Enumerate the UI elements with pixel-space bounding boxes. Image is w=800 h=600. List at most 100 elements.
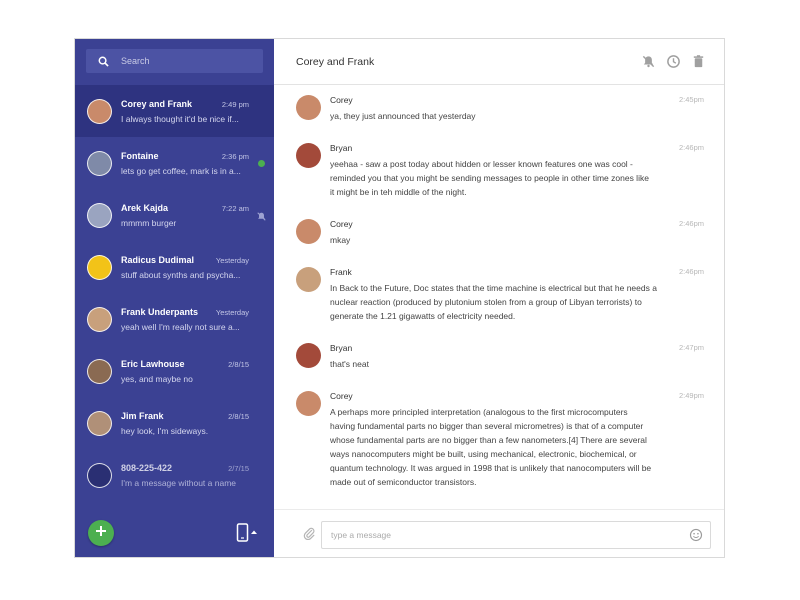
clock-icon[interactable]	[666, 54, 681, 69]
avatar	[87, 202, 112, 228]
message-item: Bryan 2:47pm that's neat	[296, 334, 704, 382]
conversation-top-row: 808-225-422 2/7/15	[121, 463, 249, 473]
search-container: Search	[75, 39, 274, 85]
message-line: A perhaps more principled interpretation…	[330, 407, 628, 417]
avatar	[296, 219, 321, 244]
conversation-item[interactable]: Eric Lawhouse 2/8/15 yes, and maybe no	[75, 345, 274, 397]
message-input[interactable]: type a message	[321, 521, 711, 549]
avatar	[87, 462, 112, 488]
header-actions	[641, 54, 706, 69]
message-sender: Corey	[330, 95, 353, 105]
message-line: In Back to the Future, Doc states that t…	[330, 283, 657, 293]
conversation-top-row: Corey and Frank 2:49 pm	[121, 99, 249, 109]
conversation-time: Yesterday	[215, 255, 249, 265]
message-line: made out of semiconductor transistors.	[330, 477, 477, 487]
conversation-top-row: Frank Underpants Yesterday	[121, 307, 249, 317]
conversation-item[interactable]: 808-225-422 2/7/15 I'm a message without a…	[75, 449, 274, 501]
conversation-time: 7:22 am	[221, 203, 249, 213]
message-line: reminded you that you might be sending m…	[330, 173, 649, 183]
conversation-time: 2/8/15	[228, 411, 249, 421]
conversation-name: Eric Lawhouse	[121, 358, 185, 369]
conversation-top-row: Fontaine 2:36 pm	[121, 151, 249, 161]
message-item: Corey 2:45pm ya, they just announced that …	[296, 86, 704, 134]
trash-icon[interactable]	[691, 54, 706, 69]
conversation-name: Arek Kajda	[121, 202, 169, 213]
emoji-icon[interactable]	[689, 528, 703, 542]
message-body: ya, they just announced that yesterday	[330, 109, 675, 123]
message-line: that's neat	[330, 359, 369, 369]
conversation-preview: lets go get coffee, mark is in a...	[121, 165, 241, 176]
conversation-name: Corey and Frank	[121, 98, 193, 109]
message-time: 2:46pm	[678, 219, 704, 228]
conversation-text: Eric Lawhouse 2/8/15 yes, and maybe no	[121, 359, 249, 384]
conversation-time: 2:49 pm	[221, 99, 249, 109]
conversation-item[interactable]: Frank Underpants Yesterday yeah well I'm r…	[75, 293, 274, 345]
message-sender: Frank	[330, 267, 352, 277]
message-line: ways nanocomputers might be built, using…	[330, 449, 637, 459]
message-line: nuclear reaction (produced by plutonium …	[330, 297, 642, 307]
conversation-item[interactable]: Fontaine 2:36 pm lets go get coffee, mark …	[75, 137, 274, 189]
message-time: 2:49pm	[678, 391, 704, 400]
conversation-text: Frank Underpants Yesterday yeah well I'm r…	[121, 307, 249, 332]
conversation-item[interactable]: Arek Kajda 7:22 am mmmm burger	[75, 189, 274, 241]
conversation-header: Corey and Frank	[274, 39, 724, 85]
message-time: 2:45pm	[678, 95, 704, 104]
avatar	[296, 391, 321, 416]
conversation-text: Corey and Frank 2:49 pm I always thought i…	[121, 99, 249, 124]
sidebar: Search Corey and Frank 2:49 pm I always th…	[75, 39, 274, 557]
conversation-preview: mmmm burger	[121, 217, 177, 228]
attachment-icon[interactable]	[302, 526, 316, 541]
message-body: mkay	[330, 233, 675, 247]
device-selector-button[interactable]	[236, 523, 260, 543]
caret-up-icon	[251, 530, 257, 534]
conversation-name: 808-225-422	[121, 462, 173, 473]
message-line: ya, they just announced that yesterday	[330, 111, 476, 121]
conversation-preview: yeah well I'm really not sure a...	[121, 321, 240, 332]
message-item: Corey 2:49pm A perhaps more principled int…	[296, 382, 704, 502]
conversation-time: Yesterday	[215, 307, 249, 317]
message-item: Corey 2:46pm mkay	[296, 210, 704, 258]
avatar	[87, 410, 112, 436]
conversation-time: 2/7/15	[228, 463, 249, 473]
new-conversation-button[interactable]	[88, 520, 114, 546]
message-time: 2:46pm	[678, 143, 704, 152]
search-input[interactable]: Search	[86, 49, 263, 73]
conversation-top-row: Jim Frank 2/8/15	[121, 411, 249, 421]
message-body: A perhaps more principled interpretation…	[330, 405, 675, 489]
conversation-title: Corey and Frank	[296, 55, 375, 68]
avatar	[296, 343, 321, 368]
conversation-text: 808-225-422 2/7/15 I'm a message without a…	[121, 463, 249, 488]
message-line: it might be in teh middle of the night.	[330, 187, 467, 197]
conversation-preview: I'm a message without a name	[121, 477, 237, 488]
phone-icon	[236, 523, 249, 542]
avatar	[296, 95, 321, 120]
conversation-text: Fontaine 2:36 pm lets go get coffee, mark …	[121, 151, 249, 176]
conversation-name: Fontaine	[121, 150, 159, 161]
message-composer: type a message	[274, 509, 724, 557]
message-body: that's neat	[330, 357, 675, 371]
conversation-preview: stuff about synths and psycha...	[121, 269, 241, 280]
conversation-top-row: Arek Kajda 7:22 am	[121, 203, 249, 213]
search-placeholder: Search	[121, 56, 150, 66]
mute-icon[interactable]	[641, 54, 656, 69]
conversation-item[interactable]: Jim Frank 2/8/15 hey look, I'm sideways.	[75, 397, 274, 449]
sidebar-footer	[75, 509, 274, 557]
conversation-time: 2/8/15	[228, 359, 249, 369]
avatar	[87, 306, 112, 332]
conversation-item[interactable]: Corey and Frank 2:49 pm I always thought i…	[75, 85, 274, 137]
message-sender: Corey	[330, 391, 353, 401]
conversation-preview: yes, and maybe no	[121, 373, 193, 384]
conversation-preview: hey look, I'm sideways.	[121, 425, 209, 436]
message-body: yeehaa - saw a post today about hidden o…	[330, 157, 675, 199]
message-time: 2:47pm	[678, 343, 704, 352]
avatar	[296, 267, 321, 292]
conversation-time: 2:36 pm	[221, 151, 249, 161]
avatar	[87, 98, 112, 124]
conversation-top-row: Radicus Dudimal Yesterday	[121, 255, 249, 265]
conversation-item[interactable]: Radicus Dudimal Yesterday stuff about synt…	[75, 241, 274, 293]
conversation-name: Jim Frank	[121, 410, 164, 421]
avatar	[87, 358, 112, 384]
plus-icon	[95, 524, 107, 542]
conversation-top-row: Eric Lawhouse 2/8/15	[121, 359, 249, 369]
avatar	[87, 254, 112, 280]
